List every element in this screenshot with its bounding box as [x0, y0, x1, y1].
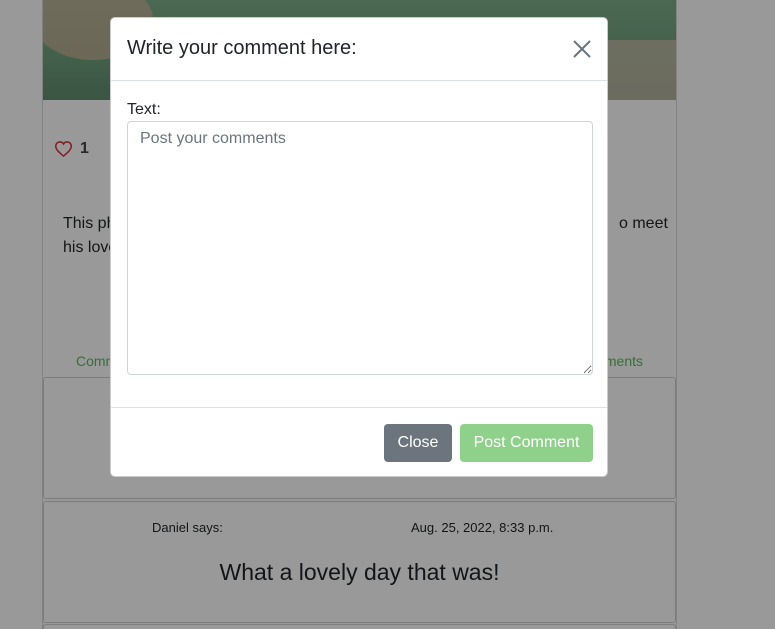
text-field-label: Text:	[127, 101, 161, 118]
modal-header: Write your comment here:	[111, 18, 607, 81]
modal-title: Write your comment here:	[127, 37, 357, 59]
close-icon-glyph	[573, 40, 591, 58]
comment-modal: Write your comment here: Text: Close Pos…	[110, 17, 608, 477]
modal-body: Text:	[111, 81, 607, 407]
close-icon[interactable]	[571, 38, 593, 60]
modal-footer: Close Post Comment	[111, 407, 607, 477]
comment-textarea[interactable]	[127, 121, 593, 375]
close-button[interactable]: Close	[384, 424, 452, 462]
post-comment-button[interactable]: Post Comment	[460, 424, 593, 462]
page: 1 This ph o meet his love Comm nments Da…	[0, 0, 775, 629]
